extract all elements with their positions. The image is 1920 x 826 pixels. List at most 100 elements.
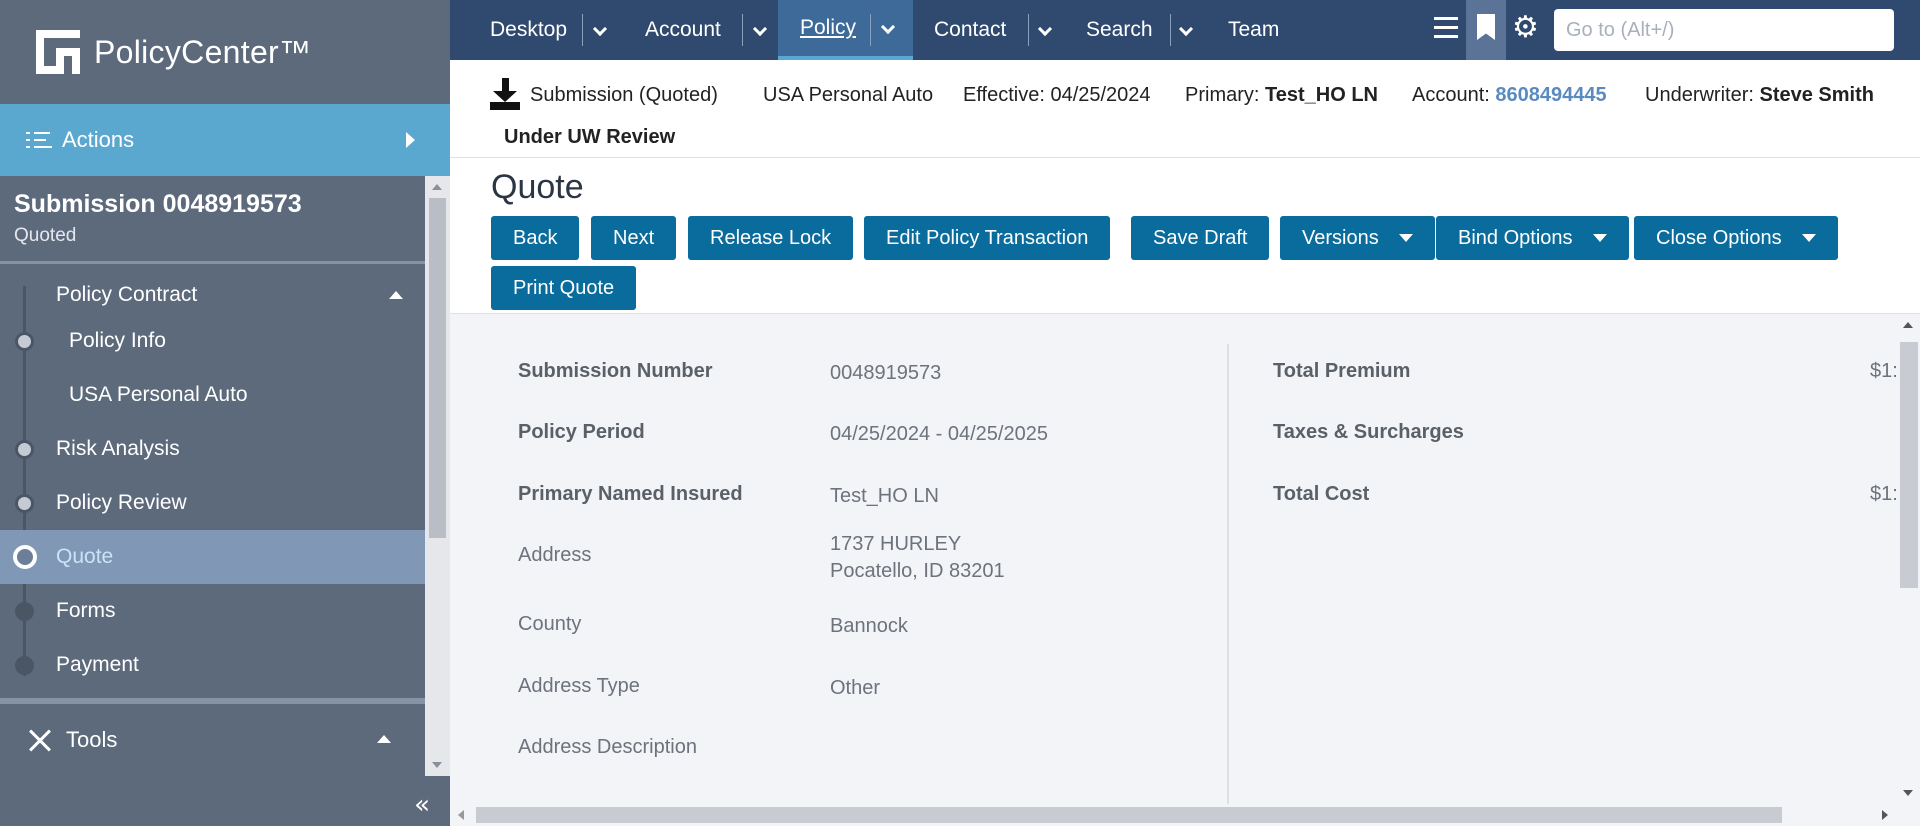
tab-divider (742, 14, 743, 46)
bind-options-button[interactable]: Bind Options (1436, 216, 1629, 260)
primary-value: Test_HO LN (1265, 84, 1378, 106)
primary-named-insured-value: Test_HO LN (830, 485, 939, 507)
content-vertical-scrollbar[interactable] (1896, 314, 1920, 804)
app-name: PolicyCenter™ (94, 33, 312, 70)
back-button[interactable]: Back (491, 216, 580, 260)
step-payment[interactable]: Payment (0, 638, 425, 692)
chevron-up-icon[interactable] (377, 735, 391, 743)
column-divider (1227, 344, 1229, 804)
submission-nav: Submission 0048919573 Quoted Policy Cont… (0, 176, 425, 776)
chevron-up-icon[interactable] (389, 291, 403, 299)
tab-divider (1170, 14, 1171, 46)
tab-search[interactable]: Search (1086, 0, 1153, 60)
content-horizontal-scrollbar[interactable] (450, 804, 1896, 826)
step-label: Quote (56, 545, 114, 568)
effective-date: Effective: 04/25/2024 (963, 84, 1151, 106)
page-toolbar: Quote Back Next Release Lock Edit Policy… (450, 158, 1920, 314)
total-cost-value: $1: (1870, 483, 1898, 505)
release-lock-button[interactable]: Release Lock (688, 216, 854, 260)
scrollbar-thumb[interactable] (476, 807, 1782, 823)
step-risk-analysis[interactable]: Risk Analysis (0, 422, 425, 476)
total-premium-value: $1: (1870, 360, 1898, 382)
gear-icon[interactable]: ⚙ (1512, 13, 1542, 43)
tab-contact[interactable]: Contact (934, 0, 1006, 60)
scrollbar-thumb[interactable] (429, 198, 446, 538)
tab-divider (582, 14, 583, 46)
collapse-sidebar-icon[interactable]: « (414, 790, 430, 820)
page-title: Quote (491, 168, 584, 206)
chevron-down-icon[interactable] (880, 19, 896, 35)
review-status: Under UW Review (504, 126, 676, 148)
policy-period-value: 04/25/2024 - 04/25/2025 (830, 423, 1048, 445)
job-type: Submission (Quoted) (530, 84, 718, 106)
step-policy-review[interactable]: Policy Review (0, 476, 425, 530)
bookmark-button[interactable] (1466, 0, 1506, 60)
next-button[interactable]: Next (591, 216, 677, 260)
scroll-left-icon[interactable] (458, 810, 464, 820)
address-line2-value: Pocatello, ID 83201 (830, 560, 1005, 582)
underwriter-info: Underwriter: Steve Smith (1645, 84, 1874, 107)
step-usa-personal-auto[interactable]: USA Personal Auto (0, 368, 425, 422)
close-options-button[interactable]: Close Options (1634, 216, 1838, 260)
scroll-up-icon[interactable] (1903, 322, 1913, 328)
tab-label: Desktop (490, 18, 568, 41)
close-options-label: Close Options (1656, 226, 1782, 249)
product-name: USA Personal Auto (763, 84, 934, 106)
print-quote-button[interactable]: Print Quote (491, 266, 637, 310)
address-description-label: Address Description (518, 736, 697, 758)
step-label: Policy Contract (56, 283, 198, 306)
tab-desktop[interactable]: Desktop (490, 0, 567, 60)
step-dot-icon (15, 601, 34, 621)
versions-button[interactable]: Versions (1280, 216, 1435, 260)
tab-team[interactable]: Team (1228, 0, 1279, 60)
tools-section[interactable]: Tools (0, 698, 425, 776)
save-draft-button[interactable]: Save Draft (1131, 216, 1270, 260)
tab-label: Policy (800, 16, 857, 39)
submission-number-value: 0048919573 (830, 362, 942, 384)
download-icon (490, 78, 520, 110)
submission-status: Quoted (14, 225, 77, 246)
step-dot-icon (15, 655, 34, 675)
actions-menu-button[interactable]: Actions (0, 104, 450, 176)
scroll-down-icon[interactable] (1903, 790, 1913, 796)
goto-search-input[interactable] (1554, 9, 1894, 51)
step-quote[interactable]: Quote (0, 530, 425, 584)
underwriter-value: Steve Smith (1759, 84, 1874, 106)
tab-divider (1028, 14, 1029, 46)
address-line1-value: 1737 HURLEY (830, 533, 962, 555)
chevron-down-icon[interactable] (1178, 21, 1194, 37)
scroll-up-icon[interactable] (432, 184, 442, 190)
scroll-down-icon[interactable] (432, 762, 442, 768)
account-link[interactable]: 8608494445 (1495, 84, 1606, 106)
step-label: Policy Review (56, 491, 187, 514)
chevron-down-icon[interactable] (1037, 21, 1053, 37)
tab-label: Search (1086, 18, 1153, 41)
address-label: Address (518, 544, 592, 566)
primary-named-insured-label: Primary Named Insured (518, 483, 743, 505)
actions-label: Actions (62, 127, 135, 152)
step-forms[interactable]: Forms (0, 584, 425, 638)
versions-label: Versions (1302, 226, 1379, 249)
account-info: Account: 8608494445 (1412, 84, 1607, 107)
chevron-down-icon[interactable] (592, 21, 608, 37)
tab-account[interactable]: Account (645, 0, 721, 60)
address-type-label: Address Type (518, 675, 640, 697)
account-label: Account: (1412, 84, 1490, 106)
chevron-down-icon[interactable] (752, 21, 768, 37)
county-value: Bannock (830, 615, 908, 637)
app-logo[interactable]: PolicyCenter™ (0, 0, 450, 104)
primary-label: Primary: (1185, 84, 1260, 106)
step-label: Policy Info (69, 329, 166, 352)
sidebar-scrollbar[interactable] (425, 176, 450, 776)
menu-icon[interactable] (1434, 17, 1458, 39)
step-dot-icon (15, 331, 34, 351)
scrollbar-thumb[interactable] (1900, 342, 1918, 588)
edit-policy-transaction-button[interactable]: Edit Policy Transaction (864, 216, 1111, 260)
step-policy-info[interactable]: Policy Info (0, 314, 425, 368)
scroll-right-icon[interactable] (1882, 810, 1888, 820)
current-step-icon (13, 545, 37, 569)
tab-policy[interactable]: Policy (778, 0, 913, 60)
total-premium-label: Total Premium (1273, 360, 1411, 382)
step-dot-icon (15, 493, 34, 513)
underwriter-label: Underwriter: (1645, 84, 1754, 106)
